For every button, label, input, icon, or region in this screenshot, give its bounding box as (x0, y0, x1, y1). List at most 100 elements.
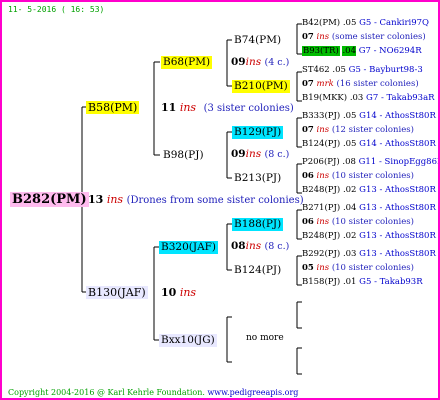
ggp-num: .02 (342, 231, 357, 241)
ggp-row-1[interactable]: B42(PM) .05 G5 - Cankiri97Q (302, 19, 429, 28)
root-ins: ins (106, 193, 124, 206)
b58-ins: ins (179, 101, 197, 114)
b320-info: 08ins (8 c.) (231, 241, 289, 252)
queen-b210[interactable]: B210(PM) (232, 80, 290, 93)
ggp-num: .04 (342, 203, 357, 213)
b58-desc: (3 sister colonies) (203, 103, 294, 114)
ggp-name: B248(PJ) (302, 231, 341, 241)
ggp-name: B248(PJ) (302, 185, 341, 195)
ggp-row-7[interactable]: B333(PJ) .05 G14 - AthosSt80R (302, 112, 436, 121)
b68-ins: ins (245, 56, 262, 68)
ggp-loc: G5 - Cankiri97Q (359, 18, 430, 28)
queen-b98[interactable]: B98(PJ) (161, 149, 206, 162)
ggp-loc: G5 - Bayburt98-3 (348, 65, 423, 75)
ggp-loc: G7 - Takab93aR (366, 93, 435, 103)
b130-count: 10 (161, 286, 177, 299)
ggp-loc: G13 - AthosSt80R (359, 203, 436, 213)
ggp-ins: mrk (316, 79, 334, 89)
ggp-loc: G13 - AthosSt80R (359, 185, 436, 195)
ggp-row-17: 05 ins (10 sister colonies) (302, 264, 414, 273)
ggp-ins: ins (316, 171, 330, 181)
b320-count: 08 (231, 240, 246, 252)
ggp-row-3[interactable]: B93(TR) .04 G7 - NO6294R (302, 46, 422, 56)
ggp-num: .05 (332, 65, 346, 75)
queen-b74[interactable]: B74(PM) (232, 34, 283, 47)
b68-info: 09ins (4 c.) (231, 57, 289, 68)
ggp-row-11: 06 ins (10 sister colonies) (302, 172, 414, 181)
root-count: 13 (88, 193, 104, 206)
ggp-num: .05 (342, 111, 357, 121)
footer-link[interactable]: www.pedigreeapis.org (207, 388, 298, 397)
ggp-num: .08 (342, 157, 356, 167)
ggp-desc: (10 sister colonies) (331, 217, 414, 227)
queen-b129[interactable]: B129(PJ) (232, 126, 284, 139)
queen-b124[interactable]: B124(PJ) (232, 264, 283, 277)
ggp-desc: (12 sister colonies) (331, 125, 414, 135)
ggp-num: .05 (342, 18, 357, 28)
bxx10-desc: no more (246, 333, 284, 343)
ggp-row-10[interactable]: P206(PJ) .08 G11 - SinopEgg86R (302, 157, 440, 167)
ggp-loc: G13 - AthosSt80R (359, 249, 436, 259)
ggp-row-4[interactable]: ST462 .05 G5 - Bayburt98-3 (302, 66, 423, 75)
ggp-name: B93(TR) (302, 46, 340, 56)
b58-info: 11 ins (3 sister colonies) (161, 102, 294, 114)
b98-count: 09 (231, 148, 246, 160)
ggp-num: .01 (342, 277, 357, 287)
queen-b213[interactable]: B213(PJ) (232, 172, 283, 185)
ggp-count: 05 (302, 263, 314, 273)
ggp-name: B333(PJ) (302, 111, 341, 121)
b320-ins: ins (245, 240, 262, 252)
b68-desc: (4 c.) (264, 57, 290, 68)
ggp-name: B19(MKK) (302, 93, 348, 103)
ggp-row-12[interactable]: B248(PJ) .02 G13 - AthosSt80R (302, 186, 436, 195)
ggp-row-13[interactable]: B271(PJ) .04 G13 - AthosSt80R (302, 204, 436, 213)
b130-ins: ins (179, 286, 197, 299)
b68-count: 09 (231, 56, 246, 68)
ggp-ins: ins (316, 217, 330, 227)
root-info: 13 ins (Drones from some sister colonies… (88, 194, 304, 206)
queen-b58[interactable]: B58(PM) (86, 101, 140, 114)
ggp-row-8: 07 ins (12 sister colonies) (302, 126, 414, 135)
b58-count: 11 (161, 101, 177, 114)
queen-bxx10[interactable]: Bxx10(JG) (159, 334, 217, 347)
ggp-count: 07 (302, 32, 314, 42)
footer: Copyright 2004-2016 @ Karl Kehrle Founda… (8, 388, 298, 397)
queen-b68[interactable]: B68(PM) (161, 56, 213, 69)
root-desc: (Drones from some sister colonies) (126, 195, 304, 206)
ggp-count: 07 (302, 79, 314, 89)
ggp-ins: ins (316, 125, 330, 135)
ggp-loc: G14 - AthosSt80R (359, 111, 436, 121)
ggp-row-15[interactable]: B248(PJ) .02 G13 - AthosSt80R (302, 232, 436, 241)
b320-desc: (8 c.) (264, 241, 290, 252)
b98-desc: (8 c.) (264, 149, 290, 160)
ggp-row-6[interactable]: B19(MKK) .03 G7 - Takab93aR (302, 94, 435, 103)
ggp-name: P206(PJ) (302, 157, 340, 167)
ggp-row-14: 06 ins (10 sister colonies) (302, 218, 414, 227)
ggp-desc: (16 sister colonies) (336, 79, 419, 89)
b130-info: 10 ins (161, 287, 196, 298)
ggp-num: .03 (349, 93, 364, 103)
ggp-name: ST462 (302, 65, 330, 75)
ggp-desc: (10 sister colonies) (331, 171, 414, 181)
ggp-loc: G11 - SinopEgg86R (358, 157, 440, 167)
queen-b130[interactable]: B130(JAF) (86, 286, 148, 299)
b98-ins: ins (245, 148, 262, 160)
ggp-num: .04 (342, 46, 356, 56)
ggp-row-18[interactable]: B158(PJ) .01 G5 - Takab93R (302, 278, 423, 287)
ggp-loc: G13 - AthosSt80R (359, 231, 436, 241)
pedigree-frame: 11- 5-2016 ( 16: 53) B282(PM) 13 ins (Dr… (0, 0, 440, 400)
ggp-count: 06 (302, 171, 314, 181)
ggp-row-9[interactable]: B124(PJ) .05 G14 - AthosSt80R (302, 140, 436, 149)
ggp-num: .02 (342, 185, 357, 195)
ggp-row-16[interactable]: B292(PJ) .03 G13 - AthosSt80R (302, 250, 436, 259)
root-queen[interactable]: B282(PM) (10, 192, 89, 207)
ggp-desc: (some sister colonies) (331, 32, 426, 42)
ggp-name: B292(PJ) (302, 249, 341, 259)
ggp-count: 07 (302, 125, 314, 135)
queen-b320[interactable]: B320(JAF) (159, 241, 219, 254)
footer-copyright: Copyright 2004-2016 @ Karl Kehrle Founda… (8, 388, 205, 397)
queen-b188[interactable]: B188(PJ) (232, 218, 284, 231)
b98-info: 09ins (8 c.) (231, 149, 289, 160)
ggp-count: 06 (302, 217, 314, 227)
ggp-loc: G14 - AthosSt80R (359, 139, 436, 149)
